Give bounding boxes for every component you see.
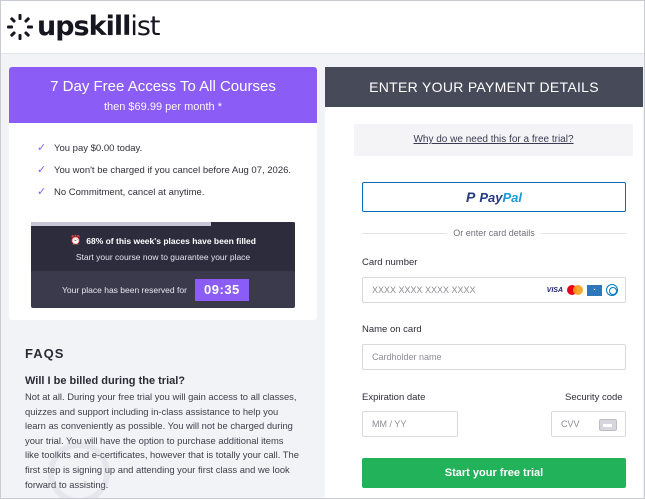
benefit-item: ✓ You pay $0.00 today. [37,142,143,155]
reservation-row: Your place has been reserved for 09:35 [31,271,295,308]
site-header: upskillist [0,0,645,54]
places-urgency-box: ⏰ 68% of this week's places have been fil… [31,222,295,308]
card-number-input[interactable]: XXXX XXXX XXXX XXXX VISA ▪ [362,277,626,303]
places-filled-text: 68% of this week's places have been fill… [86,235,256,246]
visa-icon: VISA [546,286,563,294]
benefits-list: ✓ You pay $0.00 today. ✓ You won't be char… [9,123,317,209]
paypal-button[interactable]: P PayPal [362,182,626,212]
offer-card: 7 Day Free Access To All Courses then $6… [9,67,317,320]
amex-icon: ▪ [587,284,602,296]
diners-club-icon [606,284,618,296]
or-divider: Or enter card details [362,228,627,238]
countdown-timer: 09:35 [194,278,249,301]
cardholder-name-input[interactable]: Cardholder name [362,344,626,370]
guarantee-text: Start your course now to guarantee your … [75,252,251,262]
offer-header: 7 Day Free Access To All Courses then $6… [9,67,317,123]
expiration-date-input[interactable]: MM / YY [362,411,458,437]
upskillist-logo[interactable]: upskillist [4,11,161,43]
paypal-icon: P [466,189,476,205]
why-free-trial-link[interactable]: Why do we need this for a free trial? [354,124,633,156]
places-filled-progress [31,222,211,226]
card-number-label: Card number [362,257,418,268]
cvv-card-icon [599,419,617,431]
faq-heading: FAQS [25,346,65,361]
cvv-input[interactable]: CVV [551,411,626,437]
places-filled-panel: ⏰ 68% of this week's places have been fil… [31,222,295,271]
card-brands: VISA ▪ [547,284,618,296]
name-on-card-label: Name on card [362,324,422,335]
paypal-label: PayPal [479,189,522,205]
offer-title: 7 Day Free Access To All Courses [50,78,276,95]
alarm-clock-icon: ⏰ [70,235,82,245]
security-code-label: Security code [565,392,623,403]
checkmark-icon: ✓ [37,186,47,198]
logo-text: upskillist [37,11,161,42]
start-free-trial-button[interactable]: Start your free trial [362,458,626,488]
checkmark-icon: ✓ [37,142,47,154]
checkmark-icon: ✓ [37,164,47,176]
benefit-item: ✓ No Commitment, cancel at anytime. [37,186,205,199]
or-text: Or enter card details [453,228,535,238]
mastercard-icon [567,285,583,295]
logo-sunburst-icon [7,13,33,40]
offer-price: then $69.99 per month * [103,101,223,113]
expiration-date-label: Expiration date [362,392,426,403]
benefit-item: ✓ You won't be charged if you cancel befo… [37,164,292,177]
watermark-circle [48,442,110,499]
reserved-text: Your place has been reserved for [62,284,187,295]
payment-header: ENTER YOUR PAYMENT DETAILS [325,67,643,107]
payment-form: Why do we need this for a free trial? P … [325,107,643,499]
faq-question: Will I be billed during the trial? [25,375,186,387]
